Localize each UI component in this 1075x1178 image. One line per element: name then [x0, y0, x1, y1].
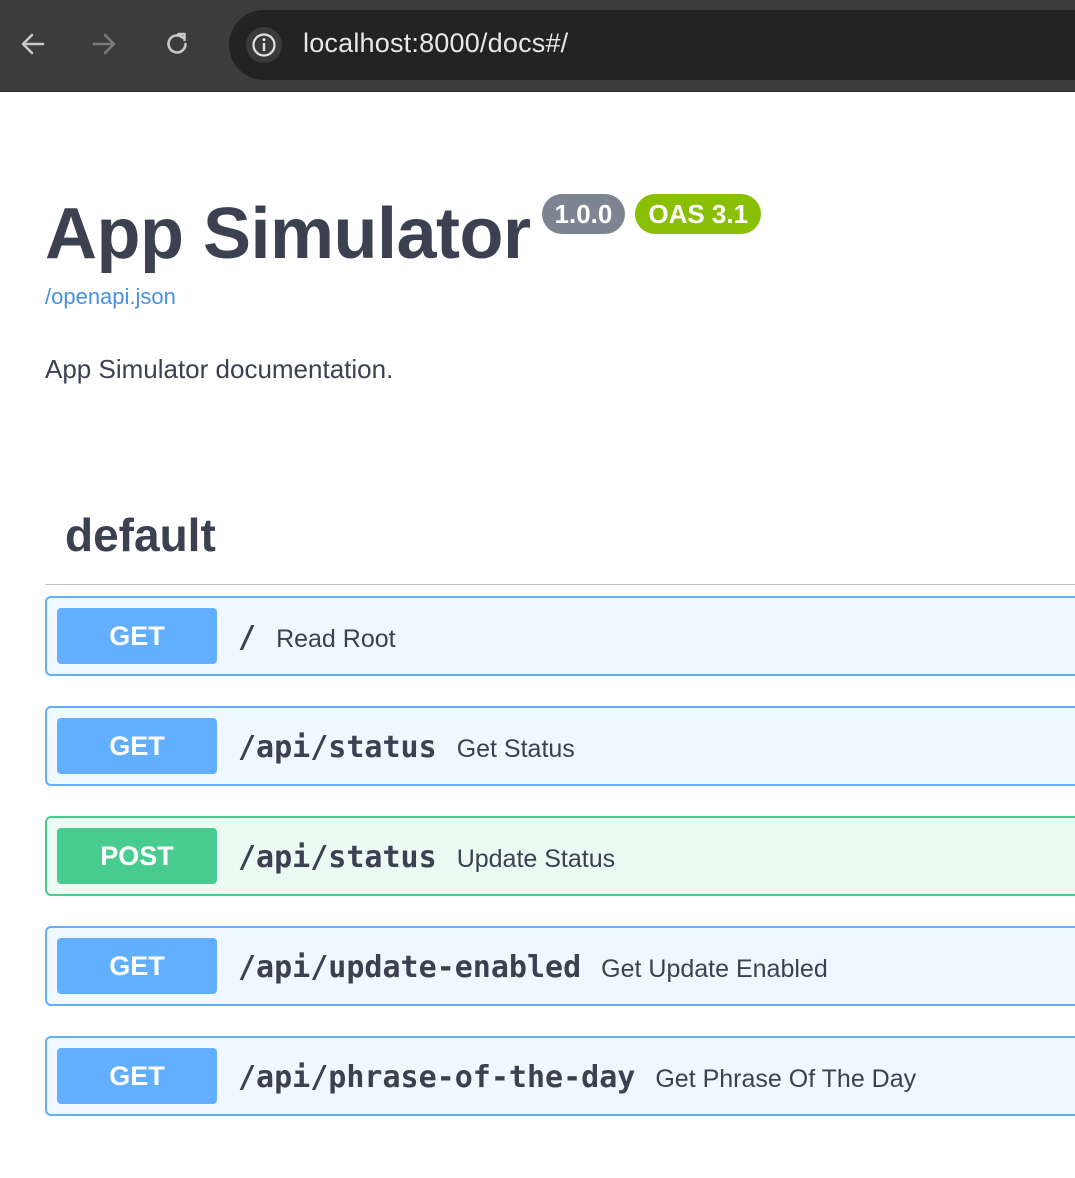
operation-summary: /api/status Update Status: [238, 840, 615, 875]
operation-get-phrase-of-the-day[interactable]: GET /api/phrase-of-the-day Get Phrase Of…: [45, 1036, 1075, 1116]
method-badge: POST: [57, 828, 217, 884]
arrow-right-icon: [92, 33, 116, 55]
arrow-left-icon: [21, 33, 45, 55]
back-button[interactable]: [15, 26, 51, 62]
operation-summary: /api/phrase-of-the-day Get Phrase Of The…: [238, 1060, 916, 1095]
operation-description: Update Status: [456, 845, 616, 873]
method-badge: GET: [57, 608, 217, 664]
url-text: localhost:8000/docs#/: [303, 28, 569, 58]
operation-path: /api/update-enabled: [238, 950, 582, 985]
openapi-json-link[interactable]: /openapi.json: [45, 284, 176, 310]
operation-summary: / Read Root: [238, 620, 396, 655]
operation-description: Get Phrase Of The Day: [655, 1065, 917, 1093]
operation-post-status[interactable]: POST /api/status Update Status: [45, 816, 1075, 896]
api-description: App Simulator documentation.: [45, 354, 394, 384]
operation-get-root[interactable]: GET / Read Root: [45, 596, 1075, 676]
operation-path: /: [238, 620, 257, 655]
operation-description: Get Update Enabled: [601, 955, 828, 983]
operation-path: /api/status: [238, 730, 437, 765]
operation-summary: /api/status Get Status: [238, 730, 575, 765]
forward-button[interactable]: [86, 26, 122, 62]
version-badge: 1.0.0: [541, 194, 626, 234]
method-badge: GET: [57, 938, 217, 994]
operation-get-status[interactable]: GET /api/status Get Status: [45, 706, 1075, 786]
operation-path: /api/status: [238, 840, 437, 875]
page-title: App Simulator: [45, 194, 531, 274]
operation-description: Read Root: [276, 625, 396, 653]
info-title-row: App Simulator 1.0.0 OAS 3.1: [45, 188, 762, 280]
operation-summary: /api/update-enabled Get Update Enabled: [238, 950, 828, 985]
browser-toolbar: localhost:8000/docs#/: [0, 0, 1075, 92]
operation-get-update-enabled[interactable]: GET /api/update-enabled Get Update Enabl…: [45, 926, 1075, 1006]
reload-icon: [167, 32, 187, 54]
address-bar[interactable]: localhost:8000/docs#/: [229, 10, 1075, 80]
tag-header-default[interactable]: default: [45, 500, 1075, 585]
reload-button[interactable]: [159, 26, 195, 62]
operation-path: /api/phrase-of-the-day: [238, 1060, 636, 1095]
method-badge: GET: [57, 718, 217, 774]
site-info-button[interactable]: [246, 27, 282, 63]
oas-badge: OAS 3.1: [635, 194, 762, 234]
info-icon: [252, 33, 276, 57]
operation-description: Get Status: [456, 735, 575, 763]
method-badge: GET: [57, 1048, 217, 1104]
tag-name: default: [65, 509, 216, 561]
